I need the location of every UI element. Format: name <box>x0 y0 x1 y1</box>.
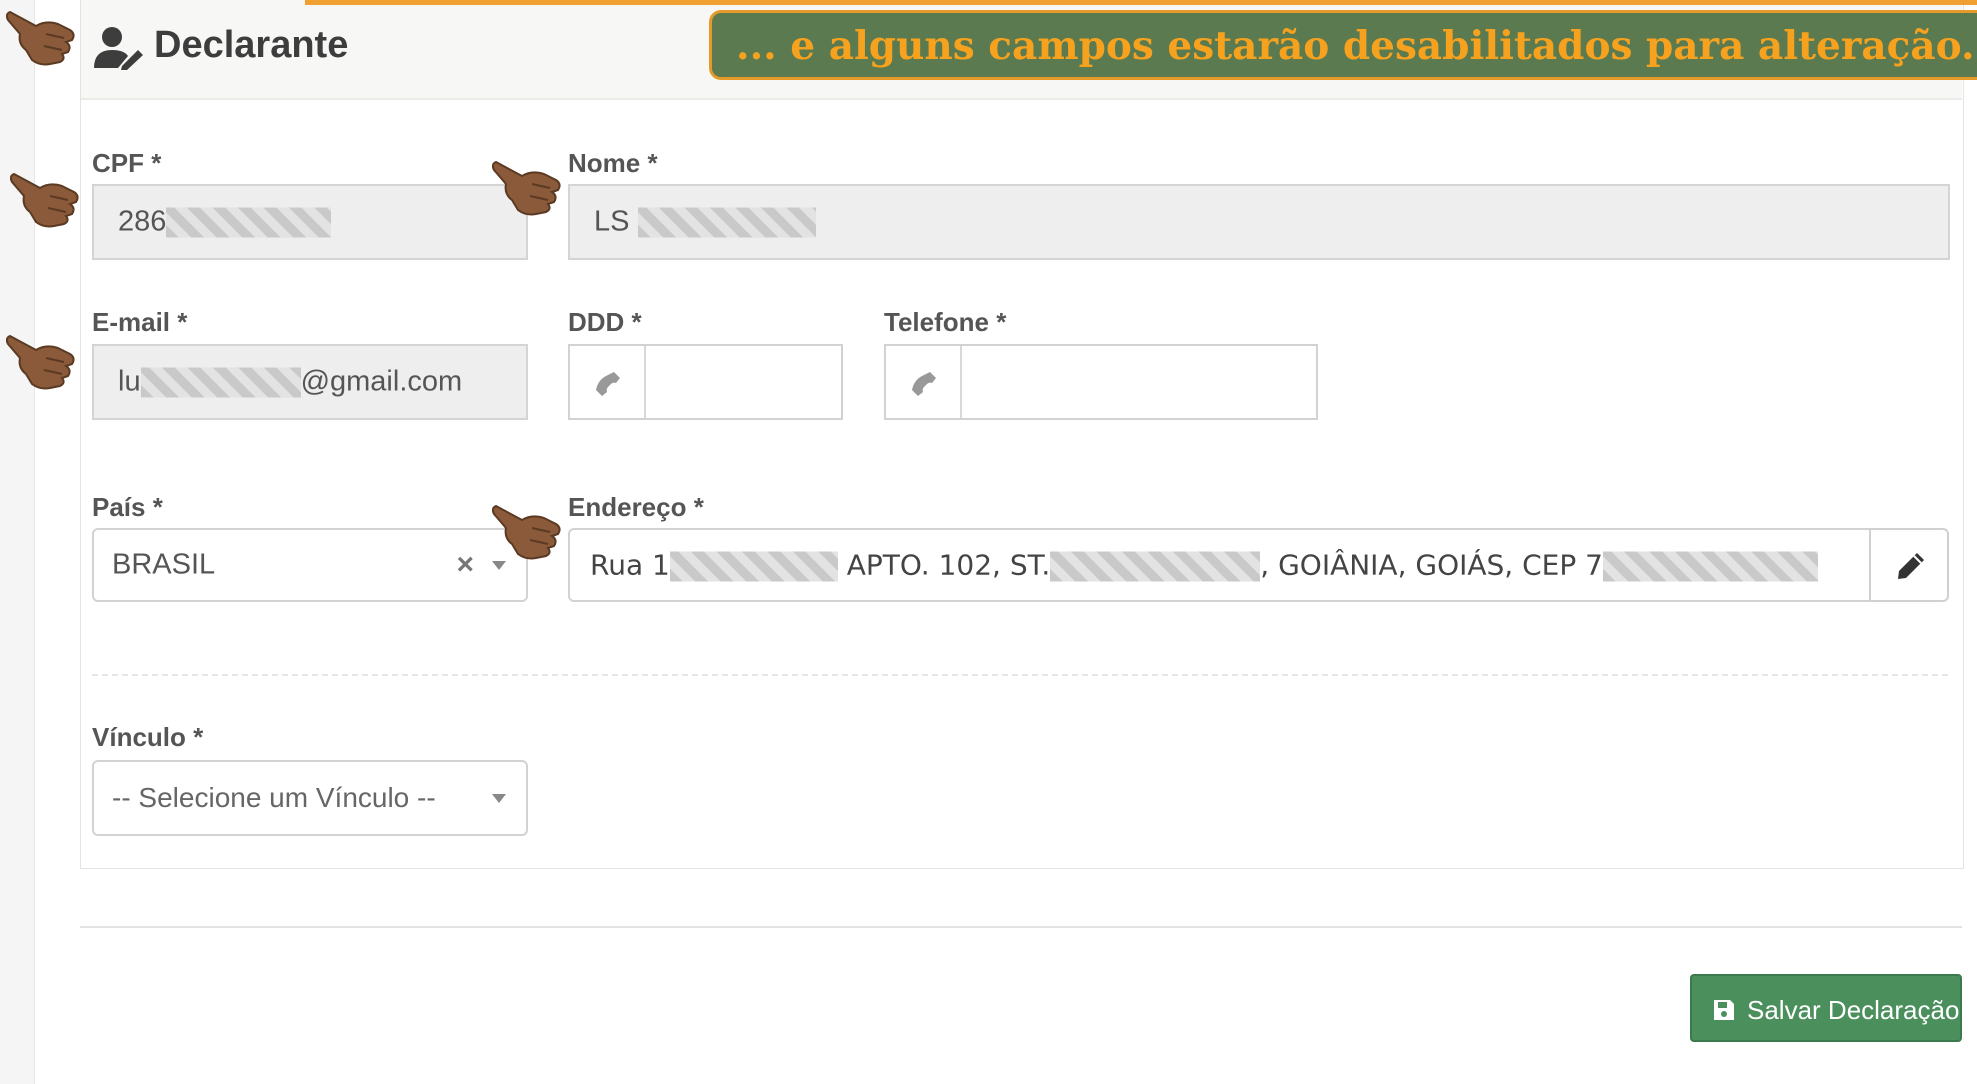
pais-select[interactable]: BRASIL × <box>92 528 528 602</box>
pencil-icon <box>1898 553 1924 579</box>
phone-icon <box>596 372 620 396</box>
phone-icon <box>912 372 936 396</box>
nome-input[interactable]: LS <box>568 184 1950 260</box>
cpf-value: 286 <box>118 205 167 238</box>
pointing-hand-icon <box>492 498 570 564</box>
cpf-label: CPF * <box>92 148 162 178</box>
redacted-block <box>166 207 332 238</box>
email-suffix: @gmail.com <box>300 365 463 398</box>
pointing-hand-icon <box>10 166 88 232</box>
redacted-block <box>1050 551 1261 582</box>
pais-label: País * <box>92 492 163 522</box>
ddd-input[interactable] <box>568 344 843 420</box>
footer-divider <box>80 926 1962 928</box>
nome-value: LS <box>594 205 630 238</box>
left-gutter <box>0 0 35 1084</box>
telefone-input[interactable] <box>884 344 1318 420</box>
endereco-part: , GOIÂNIA, GOIÁS, CEP 7 <box>1260 548 1603 582</box>
nome-label: Nome * <box>568 148 658 178</box>
save-declaration-button[interactable]: Salvar Declaração <box>1690 974 1962 1042</box>
pointing-hand-icon <box>492 154 570 220</box>
section-divider <box>92 674 1948 676</box>
callout-text: ... e alguns campos estarão desabilitado… <box>736 23 1975 69</box>
vinculo-placeholder: -- Selecione um Vínculo -- <box>112 782 436 813</box>
email-input[interactable]: lu @gmail.com <box>92 344 528 420</box>
redacted-block <box>669 551 838 582</box>
cpf-input[interactable]: 286 <box>92 184 528 260</box>
endereco-part: Rua 1 <box>590 548 670 582</box>
floppy-disk-icon <box>1714 1000 1734 1020</box>
declarante-panel <box>80 0 1964 869</box>
redacted-block <box>1602 551 1818 582</box>
user-edit-icon <box>94 27 143 70</box>
redacted-block <box>637 207 816 238</box>
chevron-down-icon[interactable] <box>492 794 506 803</box>
pointing-hand-icon <box>6 328 84 394</box>
telefone-addon <box>886 346 962 418</box>
pointing-hand-icon <box>6 4 84 70</box>
redacted-block <box>140 367 301 398</box>
email-label: E-mail * <box>92 307 188 337</box>
annotation-callout: ... e alguns campos estarão desabilitado… <box>709 10 1977 80</box>
endereco-part: APTO. 102, ST. <box>846 548 1051 582</box>
telefone-label: Telefone * <box>884 307 1007 337</box>
pais-value: BRASIL <box>112 548 216 581</box>
endereco-input[interactable]: Rua 1 APTO. 102, ST. , GOIÂNIA, GOIÁS, CE… <box>568 528 1872 602</box>
ddd-addon <box>570 346 646 418</box>
vinculo-label: Vínculo * <box>92 722 204 752</box>
callout-accent-line <box>305 0 1977 5</box>
page-title: Declarante <box>154 24 349 66</box>
save-button-label: Salvar Declaração <box>1747 995 1960 1025</box>
endereco-label: Endereço * <box>568 492 704 522</box>
ddd-label: DDD * <box>568 307 642 337</box>
edit-address-button[interactable] <box>1869 528 1949 602</box>
clear-icon[interactable]: × <box>456 548 474 582</box>
email-prefix: lu <box>118 365 141 398</box>
vinculo-select[interactable]: -- Selecione um Vínculo -- <box>92 760 528 836</box>
